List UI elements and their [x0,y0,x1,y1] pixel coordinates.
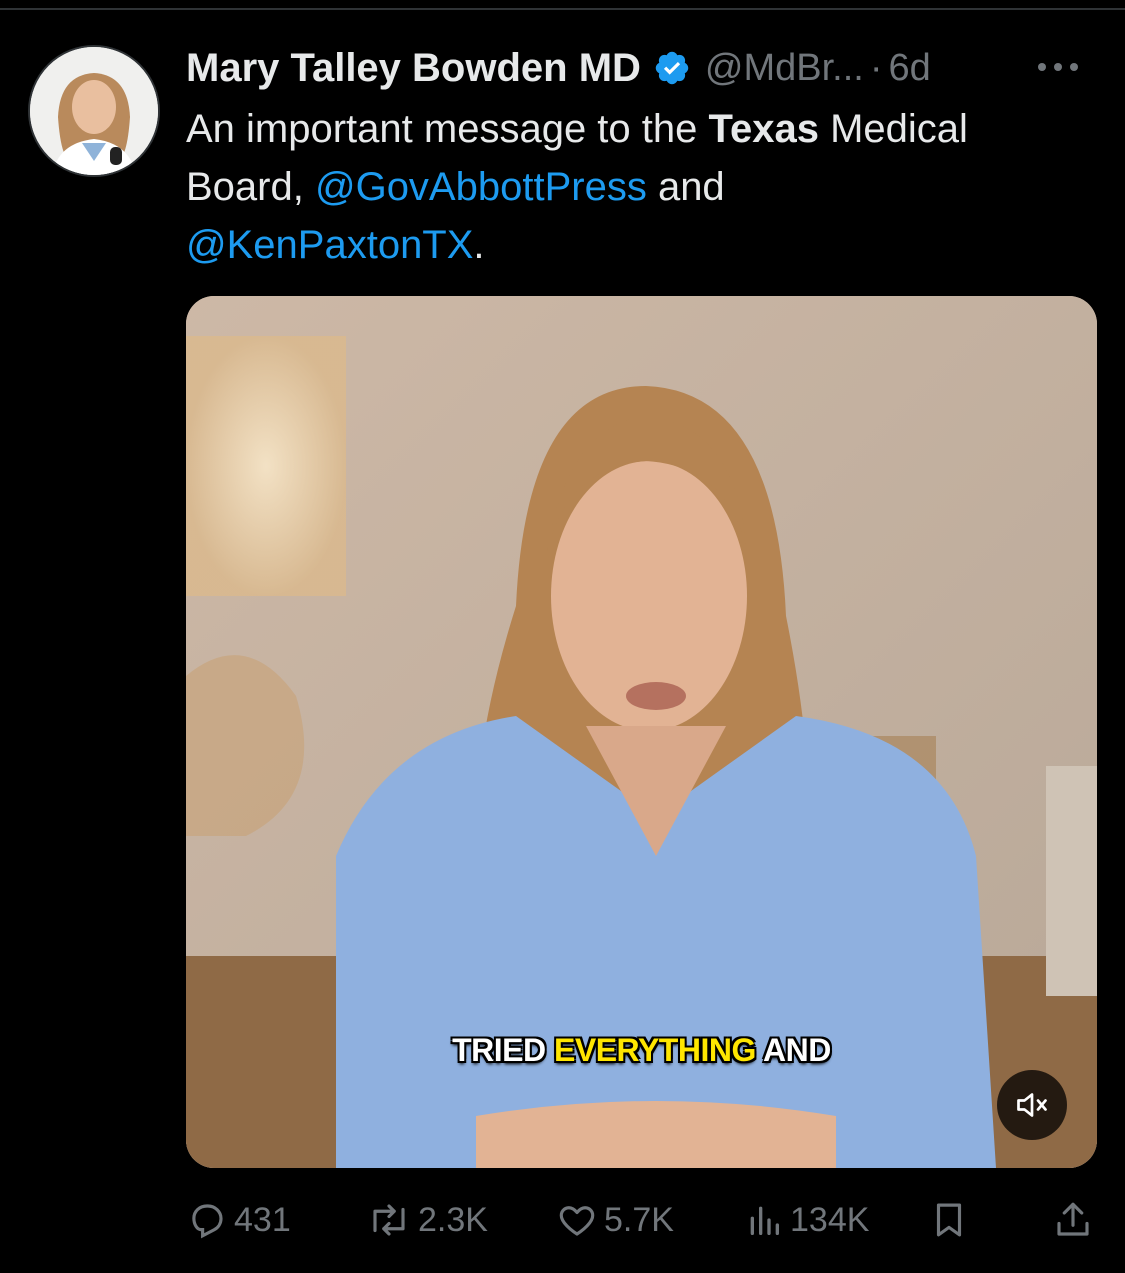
more-icon[interactable] [1038,52,1092,82]
video-caption: TRIED EVERYTHING AND [186,1032,1097,1069]
text-part: and [646,165,725,209]
repost-button[interactable]: 2.3K [366,1190,488,1250]
separator: · [869,46,883,89]
repost-count: 2.3K [418,1200,488,1239]
views-button[interactable]: 134K [744,1190,869,1250]
mute-icon [1017,1093,1047,1117]
mention-link[interactable]: @KenPaxtonTX [186,223,473,267]
text-bold: Texas [708,107,819,151]
reply-count: 431 [234,1200,291,1239]
caption-highlight: EVERYTHING [554,1032,756,1068]
like-icon [559,1206,595,1236]
author-handle[interactable]: @MdBr... [705,47,864,90]
views-count: 134K [790,1200,870,1239]
mention-link[interactable]: @GovAbbottPress [315,165,647,209]
text-part: An important message to the [186,107,709,151]
action-bar: 431 2.3K 5.7K 134K [0,1190,1125,1250]
like-count: 5.7K [604,1200,674,1239]
top-divider [0,8,1125,10]
views-icon [750,1206,779,1235]
tweet-header: Mary Talley Bowden MD @MdBr... · 6d [186,40,931,96]
author-name[interactable]: Mary Talley Bowden MD [186,46,641,91]
share-icon [1057,1202,1089,1236]
verified-badge-icon [655,51,689,85]
bookmark-icon [936,1203,962,1237]
text-part: . [473,223,485,267]
like-button[interactable]: 5.7K [556,1190,674,1250]
caption-text: TRIED [452,1032,546,1068]
reply-icon [192,1204,223,1239]
share-button[interactable] [1052,1190,1100,1250]
caption-text: AND [763,1032,831,1068]
bookmark-button[interactable] [928,1190,976,1250]
avatar[interactable] [28,45,160,177]
timestamp[interactable]: 6d [889,47,931,90]
tweet-text: An important message to the Texas Medica… [186,100,1096,274]
reply-button[interactable]: 431 [186,1190,291,1250]
repost-icon [373,1204,405,1236]
mute-button[interactable] [997,1070,1067,1140]
